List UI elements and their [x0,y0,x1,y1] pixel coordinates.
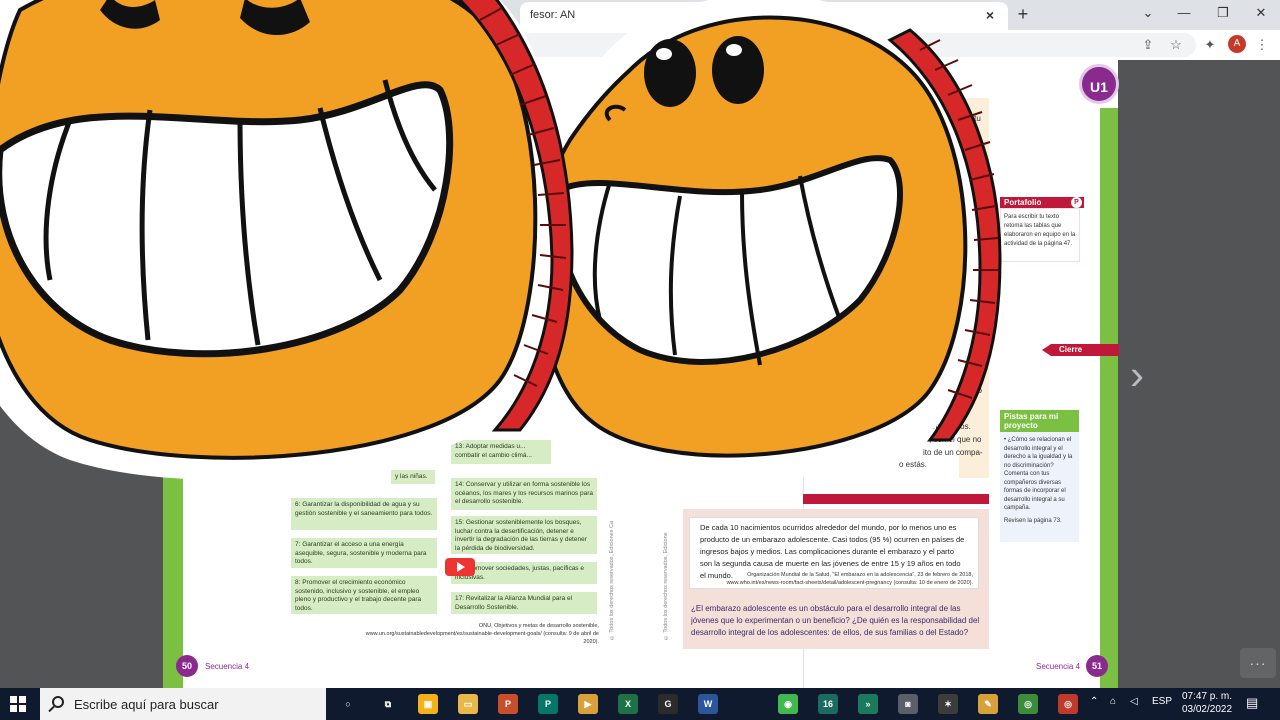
section-label-right: Secuencia 4 [1036,662,1081,671]
goal-item: 15: Gestionar sosteniblemente los bosque… [451,516,597,554]
quote-source: Organización Mundial de la Salud, "El em… [726,572,973,586]
taskbar-app-maps-pin-icon[interactable]: ◉ [778,694,798,714]
search-icon [52,696,64,708]
goals-source: ONU, Objetivos y metas de desarrollo sos… [365,623,599,645]
taskbar-app-word-icon[interactable]: W [698,694,718,714]
page-number-right: 51 [1086,655,1108,677]
minimize-button[interactable]: — [1170,2,1198,24]
volume-icon[interactable]: ◁ [1130,696,1138,707]
network-icon[interactable]: ⌂ [1110,696,1116,707]
tab-search-chevron-icon[interactable]: ⌄ [1134,2,1162,24]
taskbar-app-publisher-icon[interactable]: P [538,694,558,714]
discussion-question: ¿El embarazo adolescente es un obstáculo… [691,604,980,637]
section-label-left: Secuencia 4 [205,662,250,671]
new-tab-button[interactable]: + [1012,3,1034,25]
pistas-body: • ¿Cómo se relacionan el desarrollo inte… [1000,432,1079,542]
taskbar-app-paint-icon[interactable]: ✎ [978,694,998,714]
goal-item: 17: Revitalizar la Alianza Mundial para … [451,592,597,614]
share-icon[interactable]: ⇪ [1138,35,1158,55]
windows-taskbar: Escribe aquí para buscar ○ ⧉ ▣ ▭ P P ▶ X G W ◉ 16 » ◙… [0,688,1280,720]
taskbar-app-camera-icon[interactable]: ◙ [898,694,918,714]
portafolio-badge: P [1071,197,1082,208]
cierre-label: Cierre [1051,344,1119,356]
pistas-heading: Pistas para mi proyecto [1000,410,1079,432]
taskbar-search-box[interactable]: Escribe aquí para buscar [40,688,326,720]
pistas-footer: Revisen la página 73. [1004,517,1062,524]
taskbar-app-media-player-icon[interactable]: ▶ [578,694,598,714]
page-number-left: 50 [176,655,198,677]
more-options-button[interactable]: ··· [1240,648,1276,678]
right-page-edge [1100,108,1118,688]
clock-time: 07:47 p. m. [1181,691,1233,702]
next-page-arrow-icon[interactable]: › [1122,350,1152,400]
profile-avatar[interactable]: A [1228,35,1246,53]
browser-menu-icon[interactable]: ⋮ [1252,35,1272,55]
unit-badge: U1 [1079,64,1119,104]
notifications-icon[interactable]: ▤ [1246,695,1258,711]
taskbar-app-inkscape-icon[interactable]: ✶ [938,694,958,714]
copyright-vertical: © Todos los derechos reservados, Edicion… [663,532,669,640]
quote-panel: De cada 10 nacimientos ocurridos alreded… [683,509,989,649]
taskbar-app-powerpoint-icon[interactable]: P [498,694,518,714]
taskbar-app-excel-icon[interactable]: X [618,694,638,714]
taskbar-app-terminal-app-icon[interactable]: 16 [818,694,838,714]
taskbar-app-task-view-icon[interactable]: ⧉ [378,694,398,714]
cierre-arrow-icon [1042,344,1051,356]
taskbar-app-pdf-app-icon[interactable]: G [658,694,678,714]
taskbar-app-store-icon[interactable]: ▣ [418,694,438,714]
taskbar-app-cortana-icon[interactable]: ○ [338,694,358,714]
windows-start-icon[interactable] [10,696,26,712]
portafolio-body: Para escribir tu texto retoma las tablas… [1000,208,1080,262]
tray-chevron-icon[interactable]: ⌃ [1090,696,1098,707]
taskbar-app-chrome-icon[interactable]: ◎ [1018,694,1038,714]
goal-item: 6: Garantizar la disponibilidad de agua … [291,498,437,530]
goal-item: 7: Garantizar el acceso a una energía as… [291,538,437,568]
taskbar-app-chrome-profile-icon[interactable]: ◎ [1058,694,1078,714]
clock-date: 03/02/2022 [1181,704,1233,715]
close-window-button[interactable]: ✕ [1247,2,1275,24]
pistas-text: • ¿Cómo se relacionan el desarrollo inte… [1004,437,1073,511]
taskbar-clock[interactable]: 07:47 p. m. 03/02/2022 [1176,690,1238,716]
goal-item: 8: Promover el crecimiento económico sos… [291,576,437,614]
restore-button[interactable]: ❐ [1209,2,1237,24]
video-play-icon[interactable] [445,558,475,576]
language-indicator[interactable]: ESP [1152,696,1172,707]
taskbar-app-file-explorer-icon[interactable]: ▭ [458,694,478,714]
bookmark-star-icon[interactable]: ☆ [1166,35,1186,55]
extensions-icon[interactable]: ✦ [1200,35,1220,55]
taskbar-app-media-app-icon[interactable]: » [858,694,878,714]
taskbar-search-placeholder: Escribe aquí para buscar [74,697,219,712]
smiley-sticker-left [0,0,574,480]
